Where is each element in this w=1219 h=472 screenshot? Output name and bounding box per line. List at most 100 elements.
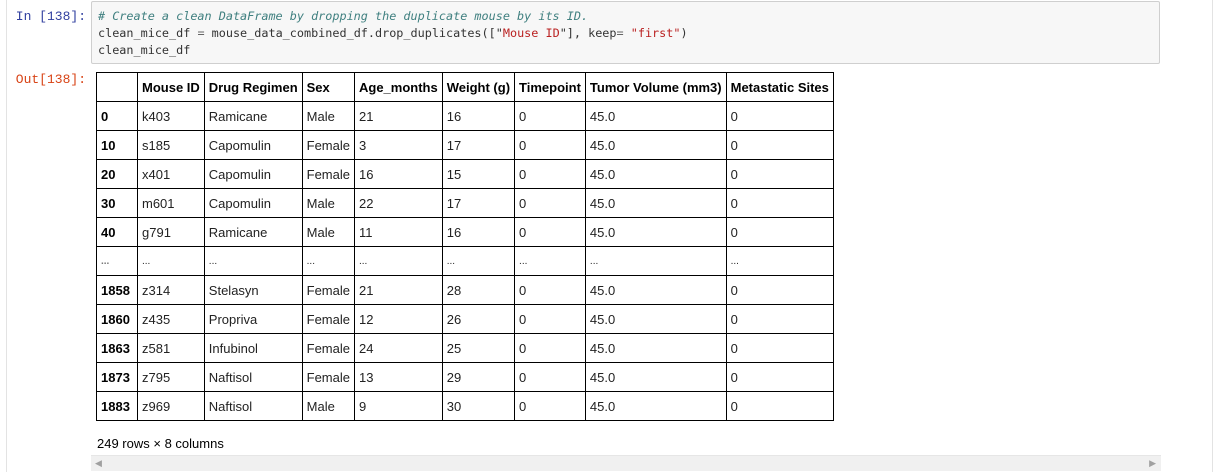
table-cell: 17 [441, 188, 516, 218]
table-row: 0 k403 Ramicane Male 21 16 0 45.0 0 [96, 101, 834, 131]
table-cell: 0 [514, 130, 586, 160]
table-cell: 17 [441, 130, 516, 160]
horizontal-scrollbar[interactable]: ◀ ▶ [91, 455, 1161, 471]
column-header: Sex [301, 72, 356, 102]
table-cell: m601 [137, 188, 205, 218]
row-index-cell: 30 [96, 188, 138, 218]
row-index-cell: 1883 [96, 391, 138, 421]
table-row: 1883 z969 Naftisol Male 9 30 0 45.0 0 [96, 391, 834, 421]
table-cell: 0 [725, 217, 834, 247]
code-line: # Create a clean DataFrame by dropping t… [98, 8, 1153, 25]
table-cell: Female [301, 333, 356, 363]
code-line: clean_mice_df = mouse_data_combined_df.d… [98, 25, 1153, 42]
table-cell: Naftisol [203, 391, 303, 421]
table-cell: 45.0 [584, 304, 727, 334]
row-index-cell: 10 [96, 130, 138, 160]
table-cell: 45.0 [584, 391, 727, 421]
table-cell: 0 [725, 391, 834, 421]
table-cell: x401 [137, 159, 205, 189]
table-cell: 25 [441, 333, 516, 363]
table-cell: 21 [354, 101, 443, 131]
table-cell: k403 [137, 101, 205, 131]
code-token: Mouse ID [502, 26, 560, 40]
table-header-row: Mouse ID Drug Regimen Sex Age_months Weight … [96, 72, 834, 102]
table-cell: 0 [725, 362, 834, 392]
table-cell: 45.0 [584, 159, 727, 189]
code-token: clean_mice_df [98, 43, 191, 57]
column-header: Metastatic Sites [725, 72, 834, 102]
table-cell: ... [725, 246, 834, 276]
table-cell: z969 [137, 391, 205, 421]
table-cell: ... [354, 246, 443, 276]
table-cell: 0 [725, 275, 834, 305]
table-cell: 0 [725, 333, 834, 363]
table-cell: 45.0 [584, 217, 727, 247]
code-token: "first" [630, 26, 681, 40]
table-cell: 16 [441, 217, 516, 247]
code-token: mouse_data_combined_df.drop_duplicates([… [204, 26, 503, 40]
dataframe-output: Mouse ID Drug Regimen Sex Age_months Weight … [96, 72, 834, 421]
input-prompt: In [138]: [15, 9, 86, 24]
table-cell: ... [301, 246, 356, 276]
table-cell: 30 [441, 391, 516, 421]
row-index-cell: 40 [96, 217, 138, 247]
table-cell: 22 [354, 188, 443, 218]
table-cell: 11 [354, 217, 443, 247]
table-cell: 0 [514, 275, 586, 305]
index-header-cell [96, 72, 138, 102]
code-token: # Create a clean DataFrame by dropping t… [98, 9, 589, 23]
row-index-cell: 0 [96, 101, 138, 131]
table-cell: 24 [354, 333, 443, 363]
scroll-left-icon[interactable]: ◀ [95, 458, 102, 469]
column-header: Mouse ID [137, 72, 205, 102]
dataframe-shape-caption: 249 rows × 8 columns [97, 436, 224, 451]
table-cell: Ramicane [203, 217, 303, 247]
table-cell: 0 [514, 362, 586, 392]
table-cell: Female [301, 275, 356, 305]
table-cell: Naftisol [203, 362, 303, 392]
table-cell: Male [301, 188, 356, 218]
table-cell: z435 [137, 304, 205, 334]
code-token: clean_mice_df [98, 26, 198, 40]
scroll-right-icon[interactable]: ▶ [1149, 458, 1156, 469]
table-cell: 0 [514, 333, 586, 363]
table-cell: Capomulin [203, 188, 303, 218]
table-cell: Female [301, 159, 356, 189]
table-cell: 0 [725, 101, 834, 131]
dataframe-table: Mouse ID Drug Regimen Sex Age_months Weight … [96, 72, 834, 421]
table-cell: Male [301, 217, 356, 247]
table-row: 1873 z795 Naftisol Female 13 29 0 45.0 0 [96, 362, 834, 392]
code-token: = [197, 26, 205, 40]
row-index-cell: 1863 [96, 333, 138, 363]
code-token: "], keep [559, 26, 617, 40]
table-cell: 0 [725, 188, 834, 218]
table-cell: z314 [137, 275, 205, 305]
table-cell: 16 [354, 159, 443, 189]
table-cell: 16 [441, 101, 516, 131]
table-cell: s185 [137, 130, 205, 160]
table-cell: 12 [354, 304, 443, 334]
table-cell: 21 [354, 275, 443, 305]
table-cell: 28 [441, 275, 516, 305]
table-cell: 0 [725, 130, 834, 160]
table-cell: z795 [137, 362, 205, 392]
table-row: 30 m601 Capomulin Male 22 17 0 45.0 0 [96, 188, 834, 218]
table-cell: z581 [137, 333, 205, 363]
table-row: 1858 z314 Stelasyn Female 21 28 0 45.0 0 [96, 275, 834, 305]
table-cell: Female [301, 130, 356, 160]
table-cell: 0 [514, 391, 586, 421]
table-cell: ... [441, 246, 516, 276]
table-cell: Stelasyn [203, 275, 303, 305]
table-cell: 45.0 [584, 188, 727, 218]
table-cell: 0 [725, 304, 834, 334]
table-row: 10 s185 Capomulin Female 3 17 0 45.0 0 [96, 130, 834, 160]
table-cell: Female [301, 362, 356, 392]
table-cell: Capomulin [203, 159, 303, 189]
code-cell-editor[interactable]: # Create a clean DataFrame by dropping t… [91, 1, 1160, 64]
table-cell: ... [137, 246, 205, 276]
column-header: Weight (g) [441, 72, 516, 102]
table-cell: Propriva [203, 304, 303, 334]
table-cell: 9 [354, 391, 443, 421]
table-cell: 26 [441, 304, 516, 334]
table-cell: Male [301, 101, 356, 131]
